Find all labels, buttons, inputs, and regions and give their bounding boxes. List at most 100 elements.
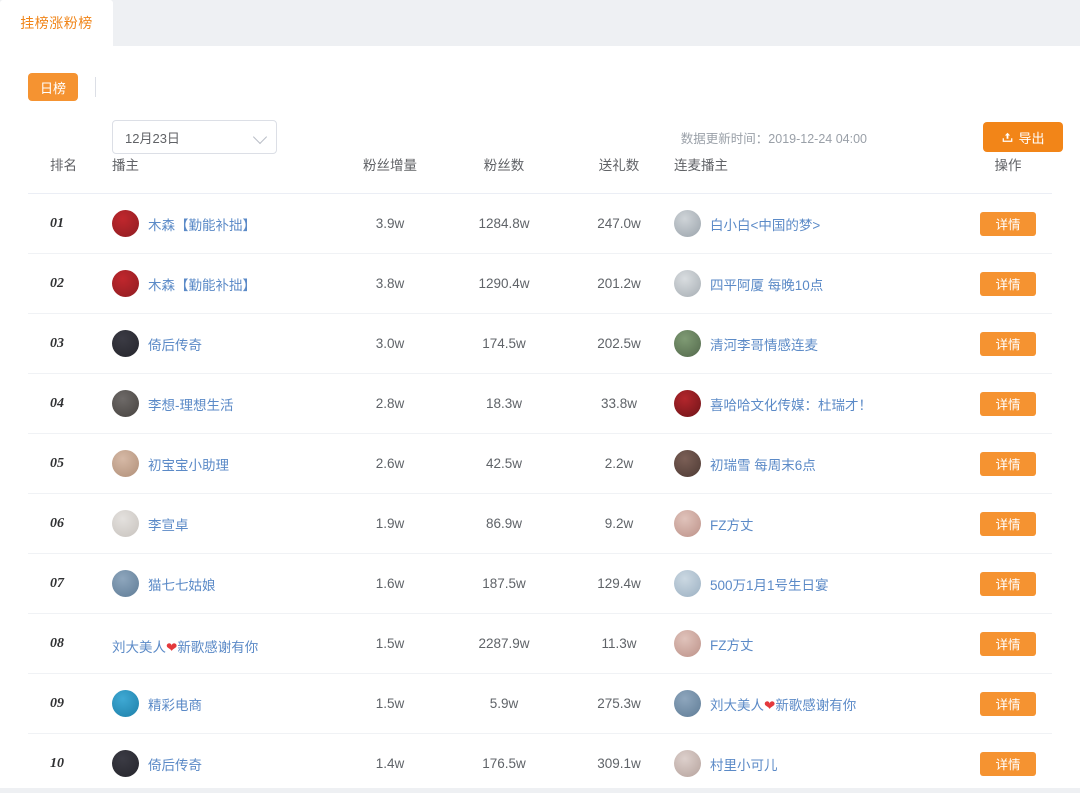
cell-gifts: 33.8w xyxy=(564,396,674,411)
mate-anchor-user[interactable]: 500万1月1号生日宴 xyxy=(674,570,964,597)
cell-anchor: 初宝宝小助理 xyxy=(112,450,336,477)
mate-anchor-user[interactable]: 喜哈哈文化传媒：杜瑞才！ xyxy=(674,390,964,417)
anchor-name[interactable]: 倚后传奇 xyxy=(148,754,202,774)
cell-mate-anchor: 喜哈哈文化传媒：杜瑞才！ xyxy=(674,390,964,417)
mate-anchor-name[interactable]: 四平阿厦 每晚10点 xyxy=(710,274,823,294)
table-row: 09精彩电商1.5w5.9w275.3w刘大美人❤新歌感谢有你详情 xyxy=(28,674,1052,734)
column-header-rank: 排名 xyxy=(28,154,112,174)
mate-anchor-user[interactable]: 初瑞雪 每周末6点 xyxy=(674,450,964,477)
cell-gifts: 9.2w xyxy=(564,516,674,531)
cell-fans-increase: 1.5w xyxy=(336,696,444,711)
anchor-user[interactable]: 刘大美人❤新歌感谢有你 xyxy=(112,636,336,656)
cell-fans-total: 42.5w xyxy=(444,456,564,471)
cell-action: 详情 xyxy=(964,692,1052,716)
mate-anchor-avatar xyxy=(674,270,701,297)
cell-mate-anchor: FZ方丈 xyxy=(674,630,964,657)
tab-fans-growth-ranking[interactable]: 挂榜涨粉榜 xyxy=(0,0,113,46)
page-root: 挂榜涨粉榜 日榜 12月23日 数据更新时间：2019-12-24 04:00 … xyxy=(0,0,1080,788)
detail-button[interactable]: 详情 xyxy=(980,512,1036,536)
rank-number: 10 xyxy=(50,756,64,771)
mate-anchor-name[interactable]: 500万1月1号生日宴 xyxy=(710,574,829,594)
mate-anchor-avatar xyxy=(674,750,701,777)
mate-anchor-name[interactable]: 清河李哥情感连麦 xyxy=(710,334,818,354)
anchor-user[interactable]: 猫七七姑娘 xyxy=(112,570,336,597)
cell-action: 详情 xyxy=(964,572,1052,596)
anchor-name[interactable]: 倚后传奇 xyxy=(148,334,202,354)
cell-mate-anchor: 村里小可儿 xyxy=(674,750,964,777)
mate-anchor-avatar xyxy=(674,390,701,417)
anchor-name[interactable]: 猫七七姑娘 xyxy=(148,574,216,594)
anchor-user[interactable]: 初宝宝小助理 xyxy=(112,450,336,477)
anchor-user[interactable]: 倚后传奇 xyxy=(112,330,336,357)
mate-anchor-user[interactable]: 清河李哥情感连麦 xyxy=(674,330,964,357)
anchor-user[interactable]: 木森【勤能补拙】 xyxy=(112,210,336,237)
detail-button[interactable]: 详情 xyxy=(980,212,1036,236)
anchor-user[interactable]: 木森【勤能补拙】 xyxy=(112,270,336,297)
cell-fans-increase: 3.9w xyxy=(336,216,444,231)
anchor-name[interactable]: 初宝宝小助理 xyxy=(148,454,229,474)
toolbar-divider xyxy=(95,77,96,97)
cell-fans-total: 1290.4w xyxy=(444,276,564,291)
anchor-name[interactable]: 李宣卓 xyxy=(148,514,189,534)
mate-anchor-name[interactable]: 村里小可儿 xyxy=(710,754,778,774)
cell-fans-total: 187.5w xyxy=(444,576,564,591)
detail-button[interactable]: 详情 xyxy=(980,272,1036,296)
anchor-name[interactable]: 刘大美人❤新歌感谢有你 xyxy=(112,636,336,656)
mate-anchor-user[interactable]: 村里小可儿 xyxy=(674,750,964,777)
anchor-name[interactable]: 李想-理想生活 xyxy=(148,394,234,414)
toolbar: 日榜 xyxy=(0,46,1080,124)
cell-anchor: 木森【勤能补拙】 xyxy=(112,210,336,237)
anchor-name[interactable]: 木森【勤能补拙】 xyxy=(148,214,256,234)
detail-button[interactable]: 详情 xyxy=(980,392,1036,416)
mate-anchor-name[interactable]: 喜哈哈文化传媒：杜瑞才！ xyxy=(710,394,872,414)
table-row: 10倚后传奇1.4w176.5w309.1w村里小可儿详情 xyxy=(28,734,1052,793)
cell-gifts: 11.3w xyxy=(564,636,674,651)
anchor-user[interactable]: 倚后传奇 xyxy=(112,750,336,777)
mate-anchor-name[interactable]: 白小白<中国的梦> xyxy=(710,214,820,234)
mate-anchor-name[interactable]: 刘大美人❤新歌感谢有你 xyxy=(710,694,856,714)
anchor-avatar xyxy=(112,690,139,717)
anchor-name[interactable]: 精彩电商 xyxy=(148,694,202,714)
anchor-user[interactable]: 李想-理想生活 xyxy=(112,390,336,417)
cell-anchor: 李宣卓 xyxy=(112,510,336,537)
cell-gifts: 202.5w xyxy=(564,336,674,351)
anchor-avatar xyxy=(112,750,139,777)
column-header-action: 操作 xyxy=(964,154,1052,174)
mate-anchor-name[interactable]: FZ方丈 xyxy=(710,514,754,534)
mate-anchor-name[interactable]: FZ方丈 xyxy=(710,634,754,654)
cell-rank: 07 xyxy=(28,575,112,592)
cell-mate-anchor: 刘大美人❤新歌感谢有你 xyxy=(674,690,964,717)
mate-anchor-user[interactable]: FZ方丈 xyxy=(674,510,964,537)
cell-fans-total: 2287.9w xyxy=(444,636,564,651)
detail-button[interactable]: 详情 xyxy=(980,752,1036,776)
detail-button[interactable]: 详情 xyxy=(980,632,1036,656)
mate-anchor-user[interactable]: 刘大美人❤新歌感谢有你 xyxy=(674,690,964,717)
content-card: 日榜 12月23日 数据更新时间：2019-12-24 04:00 导出 排名 … xyxy=(0,46,1080,788)
detail-button[interactable]: 详情 xyxy=(980,332,1036,356)
cell-rank: 08 xyxy=(28,635,112,652)
table-header-row: 排名 播主 粉丝增量 粉丝数 送礼数 连麦播主 操作 xyxy=(28,135,1052,194)
detail-button[interactable]: 详情 xyxy=(980,452,1036,476)
cell-action: 详情 xyxy=(964,752,1052,776)
cell-mate-anchor: 四平阿厦 每晚10点 xyxy=(674,270,964,297)
mate-anchor-user[interactable]: 四平阿厦 每晚10点 xyxy=(674,270,964,297)
cell-fans-total: 174.5w xyxy=(444,336,564,351)
mate-anchor-user[interactable]: 白小白<中国的梦> xyxy=(674,210,964,237)
detail-button[interactable]: 详情 xyxy=(980,572,1036,596)
anchor-name[interactable]: 木森【勤能补拙】 xyxy=(148,274,256,294)
cell-anchor: 精彩电商 xyxy=(112,690,336,717)
mate-anchor-user[interactable]: FZ方丈 xyxy=(674,630,964,657)
period-daily-button[interactable]: 日榜 xyxy=(28,73,78,101)
detail-button[interactable]: 详情 xyxy=(980,692,1036,716)
heart-icon: ❤ xyxy=(764,698,775,713)
table-row: 08刘大美人❤新歌感谢有你1.5w2287.9w11.3wFZ方丈详情 xyxy=(28,614,1052,674)
rank-number: 08 xyxy=(50,636,64,651)
anchor-user[interactable]: 精彩电商 xyxy=(112,690,336,717)
cell-action: 详情 xyxy=(964,392,1052,416)
cell-gifts: 275.3w xyxy=(564,696,674,711)
rank-number: 01 xyxy=(50,216,64,231)
anchor-user[interactable]: 李宣卓 xyxy=(112,510,336,537)
mate-anchor-name[interactable]: 初瑞雪 每周末6点 xyxy=(710,454,816,474)
cell-action: 详情 xyxy=(964,212,1052,236)
rank-number: 04 xyxy=(50,396,64,411)
